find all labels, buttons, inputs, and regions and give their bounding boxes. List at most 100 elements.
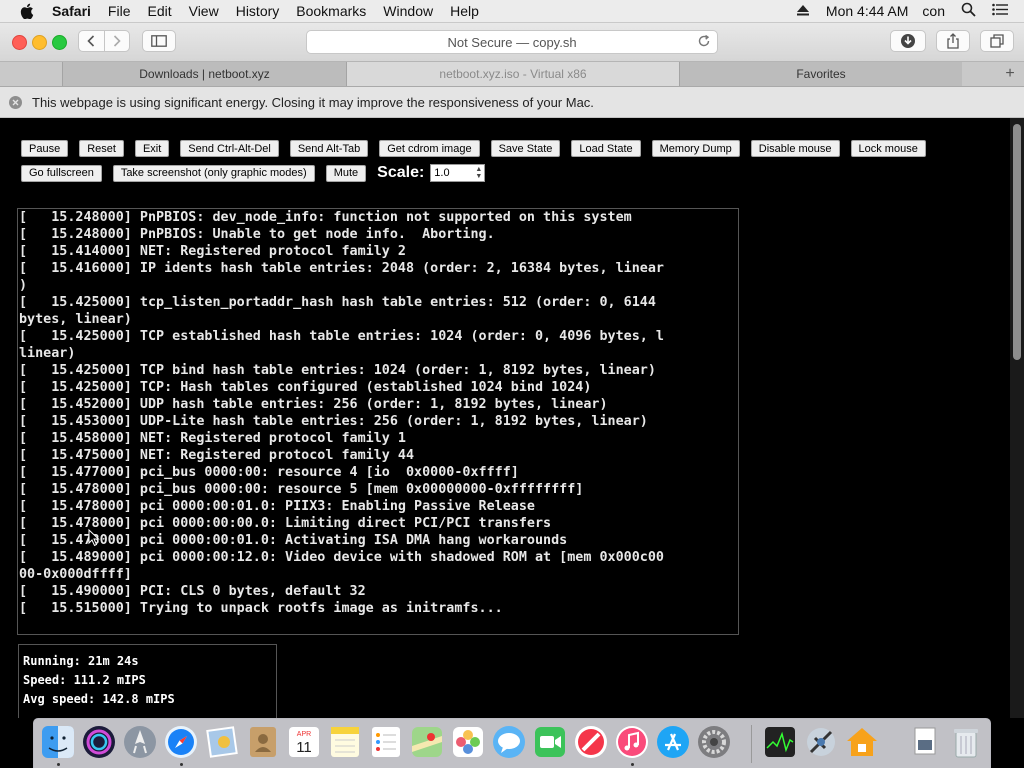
activity-monitor-icon[interactable] (762, 724, 798, 760)
terminal-output: [ 15.248000] PnPBIOS: dev_node_info: fun… (19, 210, 664, 616)
photos-icon[interactable] (450, 724, 486, 760)
running-indicator (180, 763, 183, 766)
get-cdrom-image-button[interactable]: Get cdrom image (379, 140, 480, 157)
facetime-icon[interactable] (532, 724, 568, 760)
menu-help[interactable]: Help (450, 3, 479, 19)
menu-bookmarks[interactable]: Bookmarks (296, 3, 366, 19)
zoom-window-button[interactable] (52, 35, 67, 50)
scale-input[interactable]: 1.0 ▲ ▼ (430, 164, 486, 182)
running-time: Running: 21m 24s (23, 654, 139, 668)
menu-file[interactable]: File (108, 3, 131, 19)
home-icon[interactable] (844, 724, 880, 760)
notes-icon[interactable] (327, 724, 363, 760)
running-indicator (57, 763, 60, 766)
finder-icon[interactable] (40, 724, 76, 760)
network-utility-icon[interactable] (803, 724, 839, 760)
news-icon[interactable] (573, 724, 609, 760)
stepper-arrows-icon[interactable]: ▲ ▼ (475, 166, 482, 180)
apple-icon[interactable] (20, 3, 36, 19)
reload-icon[interactable] (697, 34, 711, 51)
menu-view[interactable]: View (189, 3, 219, 19)
scale-label: Scale: (377, 164, 425, 181)
reset-button[interactable]: Reset (79, 140, 124, 157)
app-store-icon[interactable] (655, 724, 691, 760)
send-alt-tab-button[interactable]: Send Alt-Tab (289, 140, 369, 157)
messages-icon[interactable] (491, 724, 527, 760)
save-state-button[interactable]: Save State (490, 140, 561, 157)
address-text: Not Secure — copy.sh (447, 34, 577, 50)
navigation-buttons (78, 30, 130, 52)
clock[interactable]: Mon 4:44 AM (826, 3, 909, 19)
menu-window[interactable]: Window (383, 3, 433, 19)
chevron-right-icon (113, 35, 121, 47)
chevron-left-icon (87, 35, 95, 47)
menu-bar: Safari File Edit View History Bookmarks … (0, 0, 1024, 23)
running-indicator (631, 763, 634, 766)
page-content: Pause Reset Exit Send Ctrl-Alt-Del Send … (0, 118, 1024, 718)
browser-toolbar: Not Secure — copy.sh (0, 23, 1024, 62)
take-screenshot-button[interactable]: Take screenshot (only graphic modes) (112, 164, 315, 182)
page-scrollbar[interactable] (1010, 118, 1024, 718)
contacts-icon[interactable] (245, 724, 281, 760)
dock: APR 11 (33, 718, 991, 768)
emulator-controls-row-1: Pause Reset Exit Send Ctrl-Alt-Del Send … (21, 140, 937, 157)
tab-title: Downloads | netboot.xyz (139, 67, 270, 81)
disable-mouse-button[interactable]: Disable mouse (750, 140, 840, 157)
downloads-button[interactable] (890, 30, 926, 52)
preview-icon[interactable] (204, 724, 240, 760)
user-name[interactable]: con (922, 3, 945, 19)
go-fullscreen-button[interactable]: Go fullscreen (21, 164, 102, 182)
tab-favorites[interactable]: Favorites (679, 62, 962, 86)
tab-virtual-x86[interactable]: netboot.xyz.iso - Virtual x86 (346, 62, 679, 86)
documents-icon[interactable] (907, 724, 943, 760)
banner-text: This webpage is using significant energy… (32, 94, 594, 110)
memory-dump-button[interactable]: Memory Dump (651, 140, 740, 157)
new-tab-button[interactable]: + (998, 64, 1022, 84)
sidebar-toggle-button[interactable] (142, 30, 176, 52)
mouse-cursor-icon (88, 529, 100, 547)
calendar-day: 11 (296, 739, 312, 756)
calendar-month: APR (297, 731, 311, 738)
tab-bar: Downloads | netboot.xyz netboot.xyz.iso … (0, 62, 1024, 87)
exit-button[interactable]: Exit (134, 140, 170, 157)
system-preferences-icon[interactable] (696, 724, 732, 760)
sidebar-icon (151, 35, 167, 47)
pause-button[interactable]: Pause (21, 140, 69, 157)
tab-title: netboot.xyz.iso - Virtual x86 (439, 67, 587, 81)
maps-icon[interactable] (409, 724, 445, 760)
music-icon[interactable] (614, 724, 650, 760)
reminders-icon[interactable] (368, 724, 404, 760)
emulator-controls-row-2: Go fullscreen Take screenshot (only grap… (21, 164, 486, 182)
minimize-window-button[interactable] (32, 35, 47, 50)
calendar-icon[interactable]: APR 11 (286, 724, 322, 760)
download-icon (901, 34, 915, 48)
trash-icon[interactable] (948, 724, 984, 760)
emulator-screen[interactable]: [ 15.248000] PnPBIOS: dev_node_info: fun… (17, 208, 739, 635)
close-banner-icon[interactable] (9, 95, 22, 109)
tab-downloads-netboot[interactable]: Downloads | netboot.xyz (62, 62, 346, 86)
scale-value: 1.0 (434, 167, 450, 179)
dock-separator (751, 725, 752, 763)
address-bar[interactable]: Not Secure — copy.sh (306, 30, 718, 54)
siri-icon[interactable] (81, 724, 117, 760)
load-state-button[interactable]: Load State (571, 140, 641, 157)
back-button[interactable] (79, 31, 105, 51)
share-button[interactable] (936, 30, 970, 52)
tab-title: Favorites (796, 67, 846, 81)
notification-center-icon[interactable] (992, 3, 1008, 19)
spotlight-search-icon[interactable] (961, 2, 976, 20)
send-ctrl-alt-del-button[interactable]: Send Ctrl-Alt-Del (180, 140, 279, 157)
lock-mouse-button[interactable]: Lock mouse (850, 140, 926, 157)
forward-button[interactable] (105, 31, 130, 51)
menu-safari[interactable]: Safari (52, 3, 91, 19)
show-all-tabs-button[interactable] (980, 30, 1014, 52)
close-window-button[interactable] (12, 35, 27, 50)
mute-button[interactable]: Mute (325, 164, 367, 182)
eject-icon[interactable] (796, 3, 810, 19)
menu-edit[interactable]: Edit (147, 3, 171, 19)
scrollbar-thumb[interactable] (1013, 124, 1021, 360)
menu-history[interactable]: History (236, 3, 280, 19)
safari-icon[interactable] (163, 724, 199, 760)
share-icon (947, 33, 959, 49)
launchpad-icon[interactable] (122, 724, 158, 760)
